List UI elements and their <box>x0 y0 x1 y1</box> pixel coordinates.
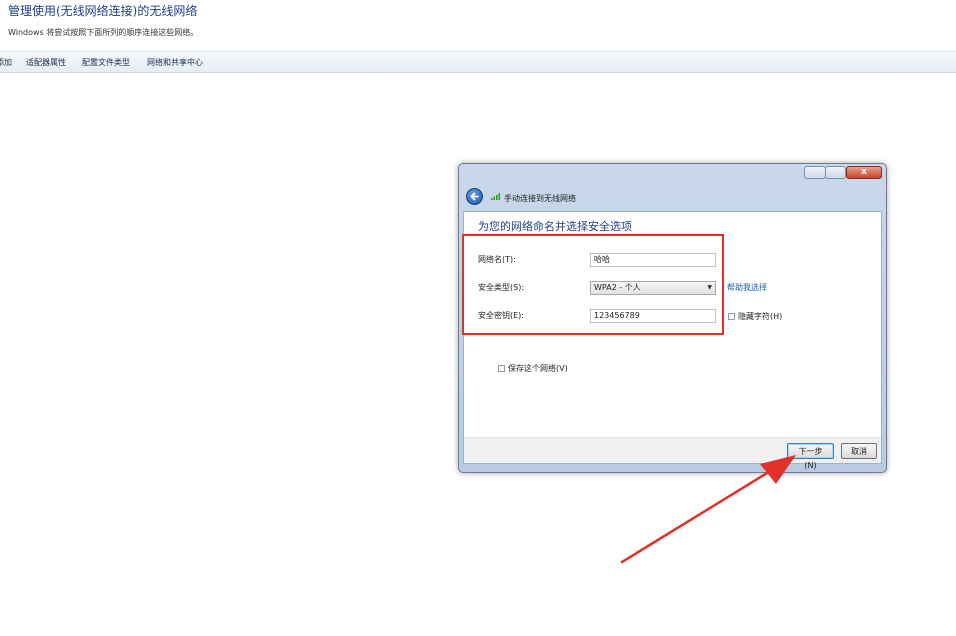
toolbar-profile-type[interactable]: 配置文件类型 <box>82 57 130 68</box>
close-icon[interactable]: x <box>846 166 882 179</box>
toolbar: 添加 适配器属性 配置文件类型 网络和共享中心 <box>0 51 956 73</box>
minimize-icon[interactable] <box>804 166 826 179</box>
hide-chars-checkbox[interactable] <box>728 313 735 320</box>
cancel-button[interactable]: 取消 <box>841 443 877 459</box>
hide-chars-label: 隐藏字符(H) <box>738 312 783 321</box>
dialog-button-strip: 下一步(N) 取消 <box>464 437 881 470</box>
dialog-caption: 手动连接到无线网络 <box>504 194 576 203</box>
page-subtitle: Windows 将尝试按照下面所列的顺序连接这些网络。 <box>8 28 199 37</box>
toolbar-add[interactable]: 添加 <box>0 57 12 68</box>
next-button[interactable]: 下一步(N) <box>787 443 834 470</box>
annotation-highlight-box <box>462 234 724 335</box>
wireless-signal-icon <box>490 192 500 200</box>
toolbar-network-sharing-center[interactable]: 网络和共享中心 <box>147 57 203 68</box>
back-arrow-icon[interactable] <box>466 188 483 205</box>
toolbar-adapter-properties[interactable]: 适配器属性 <box>26 57 66 68</box>
maximize-icon[interactable] <box>825 166 846 179</box>
save-network-checkbox[interactable] <box>498 365 505 372</box>
help-me-choose-link[interactable]: 帮助我选择 <box>727 282 767 293</box>
save-network-label: 保存这个网络(V) <box>508 364 568 373</box>
dialog-heading: 为您的网络命名并选择安全选项 <box>478 220 632 233</box>
page-title: 管理使用(无线网络连接)的无线网络 <box>8 4 198 18</box>
